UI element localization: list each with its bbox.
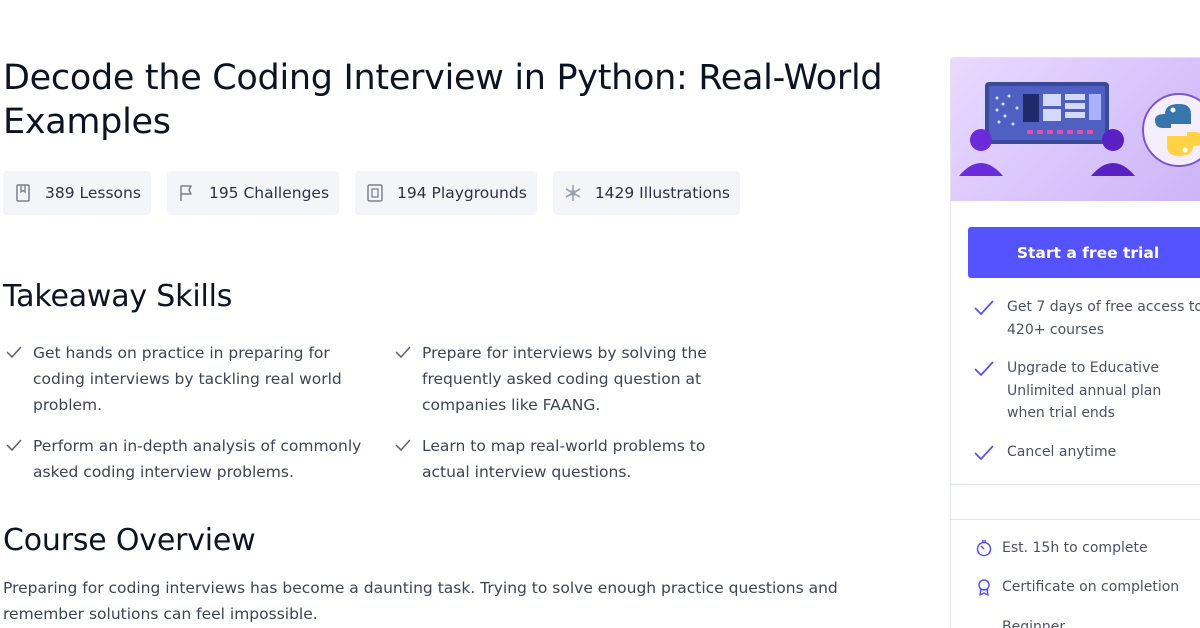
overview-heading: Course Overview bbox=[3, 523, 256, 558]
timer-icon bbox=[975, 539, 993, 557]
meta-certificate-label: Certificate on completion bbox=[1002, 579, 1180, 595]
meta-level: Beginner bbox=[975, 618, 1065, 628]
skill-text: Perform an in-depth analysis of commonly… bbox=[33, 437, 362, 481]
check-icon bbox=[5, 343, 23, 361]
meta-certificate: Certificate on completion bbox=[975, 578, 1179, 596]
stat-illustrations: 1429 Illustrations bbox=[552, 171, 740, 215]
book-icon bbox=[13, 183, 33, 203]
course-illustration bbox=[959, 82, 1200, 176]
course-hero-illustration bbox=[951, 58, 1200, 201]
meta-duration: Est. 15h to complete bbox=[975, 539, 1148, 557]
perk-item: Get 7 days of free access to 420+ course… bbox=[973, 296, 1200, 341]
stat-playgrounds: 194 Playgrounds bbox=[355, 171, 537, 215]
skill-item: Prepare for interviews by solving the fr… bbox=[394, 340, 744, 418]
enroll-panel: Start a free trial Get 7 days of free ac… bbox=[950, 57, 1200, 628]
check-icon bbox=[394, 436, 412, 454]
skill-text: Prepare for interviews by solving the fr… bbox=[422, 344, 707, 414]
meta-duration-label: Est. 15h to complete bbox=[1002, 540, 1148, 556]
perk-text: Cancel anytime bbox=[1007, 444, 1117, 460]
skill-text: Learn to map real-world problems to actu… bbox=[422, 437, 706, 481]
stat-challenges-label: 195 Challenges bbox=[208, 184, 330, 202]
playground-icon bbox=[365, 183, 385, 203]
check-icon bbox=[973, 359, 995, 379]
course-stats: 389 Lessons 195 Challenges 194 Playgroun… bbox=[3, 171, 740, 215]
divider bbox=[951, 519, 1200, 520]
certificate-icon bbox=[975, 578, 993, 596]
skill-item: Get hands on practice in preparing for c… bbox=[5, 340, 375, 418]
takeaway-heading: Takeaway Skills bbox=[3, 279, 233, 314]
perk-item: Upgrade to Educative Unlimited annual pl… bbox=[973, 357, 1200, 425]
perk-text: Upgrade to Educative Unlimited annual pl… bbox=[1007, 360, 1162, 421]
divider bbox=[951, 484, 1200, 485]
check-icon bbox=[394, 343, 412, 361]
skill-item: Learn to map real-world problems to actu… bbox=[394, 433, 744, 485]
overview-text: Preparing for coding interviews has beco… bbox=[3, 579, 838, 623]
level-bars-icon bbox=[975, 618, 993, 628]
stat-illustrations-label: 1429 Illustrations bbox=[594, 184, 730, 202]
flag-icon bbox=[177, 183, 197, 203]
meta-level-label: Beginner bbox=[1002, 619, 1066, 628]
check-icon bbox=[973, 298, 995, 318]
snowflake-icon bbox=[563, 183, 583, 203]
course-title: Decode the Coding Interview in Python: R… bbox=[3, 58, 883, 142]
perk-item: Cancel anytime bbox=[973, 441, 1200, 464]
skill-item: Perform an in-depth analysis of commonly… bbox=[5, 433, 385, 485]
start-free-trial-button[interactable]: Start a free trial bbox=[968, 227, 1200, 278]
stat-playgrounds-label: 194 Playgrounds bbox=[397, 184, 527, 202]
stat-lessons: 389 Lessons bbox=[3, 171, 151, 215]
skill-text: Get hands on practice in preparing for c… bbox=[33, 344, 342, 414]
stat-lessons-label: 389 Lessons bbox=[45, 184, 141, 202]
stat-challenges: 195 Challenges bbox=[166, 171, 340, 215]
perk-text: Get 7 days of free access to 420+ course… bbox=[1007, 299, 1200, 338]
check-icon bbox=[973, 443, 995, 463]
check-icon bbox=[5, 436, 23, 454]
